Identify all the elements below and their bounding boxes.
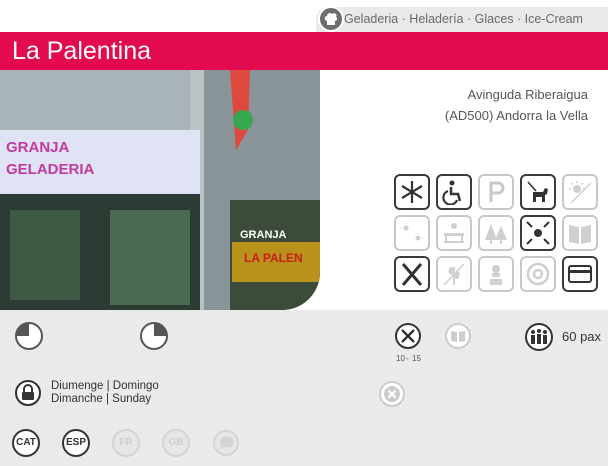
category-tab: Geladeria · Heladería · Glaces · Ice-Cre… xyxy=(316,6,608,32)
speech-bubble-icon xyxy=(213,430,239,456)
price-min: 10 xyxy=(396,354,405,363)
page-title: La Palentina xyxy=(12,37,152,65)
wheelchair-icon xyxy=(436,174,472,210)
storefront-photo: GRANJA GELADERIA GRANJA LA PALEN xyxy=(0,70,320,310)
language-cat: CAT xyxy=(12,429,40,457)
closed-days-line-2: Dimanche | Sunday xyxy=(51,393,152,405)
price-cutlery-icon xyxy=(395,323,421,349)
chef-hat-icon xyxy=(318,6,344,32)
sun-off-icon xyxy=(562,174,598,210)
address-line-1: Avinguda Riberaigua xyxy=(467,87,588,102)
close-icon xyxy=(379,381,405,407)
closed-days-line-1: Diumenge | Domingo xyxy=(51,380,159,392)
language-gb: GB xyxy=(162,429,190,457)
schedule-morning-icon xyxy=(15,322,43,350)
address-line-2: (AD500) Andorra la Vella xyxy=(444,108,588,123)
language-esp: ESP xyxy=(62,429,90,457)
credit-card-icon xyxy=(562,256,598,292)
trees-icon xyxy=(478,215,514,251)
closed-days: Diumenge | Domingo Dimanche | Sunday xyxy=(51,380,159,406)
capacity-label: 60 pax xyxy=(562,329,602,344)
menu-book-icon xyxy=(562,215,598,251)
title-bar: La Palentina xyxy=(0,32,608,70)
price-max: 15 xyxy=(412,354,421,363)
parking-icon xyxy=(478,174,514,210)
sign-text-2: GELADERIA xyxy=(6,161,95,178)
address: Avinguda Riberaigua (AD500) Andorra la V… xyxy=(445,84,588,126)
cutlery-icon xyxy=(394,256,430,292)
lock-icon xyxy=(15,380,41,406)
terrace-sun-icon xyxy=(394,215,430,251)
schedule-afternoon-icon xyxy=(140,322,168,350)
at-icon xyxy=(520,256,556,292)
menu-book-round-icon xyxy=(445,323,471,349)
gluten-free-icon xyxy=(436,256,472,292)
snowflake-icon xyxy=(394,174,430,210)
sign-text-1: GRANJA xyxy=(6,139,70,156)
window-text-2: LA PALEN xyxy=(244,251,303,265)
dog-icon xyxy=(520,174,556,210)
category-label: Geladeria · Heladería · Glaces · Ice-Cre… xyxy=(344,12,583,26)
bench-icon xyxy=(436,215,472,251)
center-icon xyxy=(520,215,556,251)
capacity-people-icon xyxy=(525,323,553,351)
window-text-1: GRANJA xyxy=(240,229,287,241)
price-separator: - xyxy=(406,354,409,363)
language-fr: FR xyxy=(112,429,140,457)
chef-icon xyxy=(478,256,514,292)
